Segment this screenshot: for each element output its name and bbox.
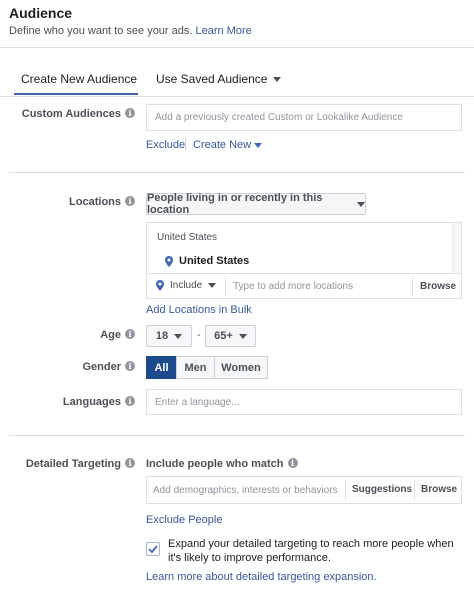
gender-label-text: Gender (82, 361, 121, 373)
language-input[interactable]: Enter a language... (146, 389, 462, 415)
exclude-link[interactable]: Exclude (146, 139, 185, 151)
page-title: Audience (9, 5, 73, 21)
info-icon[interactable]: i (287, 458, 298, 468)
chevron-down-icon (254, 142, 263, 148)
input-separator (345, 480, 346, 500)
create-new-label: Create New (193, 139, 252, 151)
chevron-down-icon (273, 76, 282, 82)
detailed-targeting-label: Detailed Targeting i (15, 458, 135, 470)
link-separator (185, 138, 186, 150)
include-people-text: Include people who match (146, 458, 284, 470)
age-label-text: Age (100, 329, 121, 341)
checkmark-icon (148, 545, 158, 553)
detailed-targeting-input[interactable]: Add demographics, interests or behaviors (153, 485, 343, 496)
learn-more-link[interactable]: Learn More (196, 25, 252, 37)
exclude-people-link[interactable]: Exclude People (146, 514, 222, 526)
tab-create-new-audience[interactable]: Create New Audience (21, 72, 137, 86)
chevron-down-icon (238, 333, 247, 339)
languages-label: Languages i (15, 396, 135, 408)
detailed-browse-button[interactable]: Browse (421, 484, 457, 495)
tab-use-saved-audience-label: Use Saved Audience (156, 72, 268, 86)
info-icon[interactable]: i (125, 329, 135, 339)
expand-targeting-text: Expand your detailed targeting to reach … (168, 538, 454, 564)
age-separator: - (197, 329, 201, 341)
locations-label-text: Locations (69, 196, 121, 208)
input-separator (412, 277, 413, 295)
locations-label: Locations i (15, 196, 135, 208)
location-group-header: United States (157, 232, 218, 243)
info-icon[interactable]: i (125, 458, 135, 468)
custom-audiences-placeholder: Add a previously created Custom or Looka… (155, 112, 403, 123)
chevron-down-icon (208, 283, 217, 288)
chevron-down-icon (357, 201, 365, 207)
age-label: Age i (15, 329, 135, 341)
suggestions-button[interactable]: Suggestions (352, 484, 412, 495)
location-browse-button[interactable]: Browse (420, 281, 456, 292)
divider (9, 435, 465, 436)
location-mode-dropdown[interactable]: People living in or recently in this loc… (146, 192, 366, 216)
custom-audiences-label-text: Custom Audiences (21, 108, 121, 120)
age-max-dropdown[interactable]: 65+ (205, 325, 256, 347)
custom-audiences-input[interactable]: Add a previously created Custom or Looka… (146, 104, 462, 131)
targeting-expansion-learn-more-link[interactable]: Learn more about detailed targeting expa… (146, 571, 377, 583)
input-separator (225, 277, 226, 295)
expand-targeting-checkbox[interactable] (146, 542, 160, 556)
age-min-value: 18 (155, 330, 169, 342)
info-icon[interactable]: i (125, 108, 135, 118)
languages-label-text: Languages (62, 396, 121, 408)
age-min-dropdown[interactable]: 18 (146, 325, 192, 347)
location-pin-icon (165, 255, 173, 267)
include-dropdown[interactable]: Include (156, 280, 217, 291)
subtitle-text: Define who you want to see your ads. (9, 25, 193, 37)
gender-men-button[interactable]: Men (176, 356, 215, 379)
page-subtitle: Define who you want to see your ads. Lea… (9, 25, 252, 37)
location-pin-icon (156, 280, 164, 291)
selected-location-item[interactable]: United States (165, 255, 249, 267)
input-separator (414, 480, 415, 500)
divider (0, 96, 474, 97)
include-label: Include (170, 280, 203, 291)
divider (9, 172, 465, 173)
detailed-targeting-label-text: Detailed Targeting (25, 458, 121, 470)
divider (147, 273, 461, 274)
info-icon[interactable]: i (125, 196, 135, 206)
location-search-input[interactable]: Type to add more locations (233, 281, 403, 292)
divider (0, 47, 474, 48)
gender-label: Gender i (15, 361, 135, 373)
gender-women-button[interactable]: Women (214, 356, 268, 379)
create-new-dropdown[interactable]: Create New (193, 139, 263, 151)
info-icon[interactable]: i (125, 361, 135, 371)
age-max-value: 65+ (214, 330, 233, 342)
selected-location-label: United States (179, 255, 250, 267)
location-mode-label: People living in or recently in this loc… (147, 192, 323, 216)
info-icon[interactable]: i (125, 396, 135, 406)
gender-all-button[interactable]: All (146, 356, 177, 379)
location-list-scrollbar[interactable] (452, 223, 461, 273)
custom-audiences-label: Custom Audiences i (15, 108, 135, 120)
tab-use-saved-audience[interactable]: Use Saved Audience (156, 72, 282, 86)
include-people-heading: Include people who match i (146, 458, 298, 470)
language-placeholder: Enter a language... (155, 396, 240, 408)
active-tab-indicator (14, 93, 138, 95)
chevron-down-icon (174, 333, 183, 339)
add-locations-bulk-link[interactable]: Add Locations in Bulk (146, 304, 252, 316)
